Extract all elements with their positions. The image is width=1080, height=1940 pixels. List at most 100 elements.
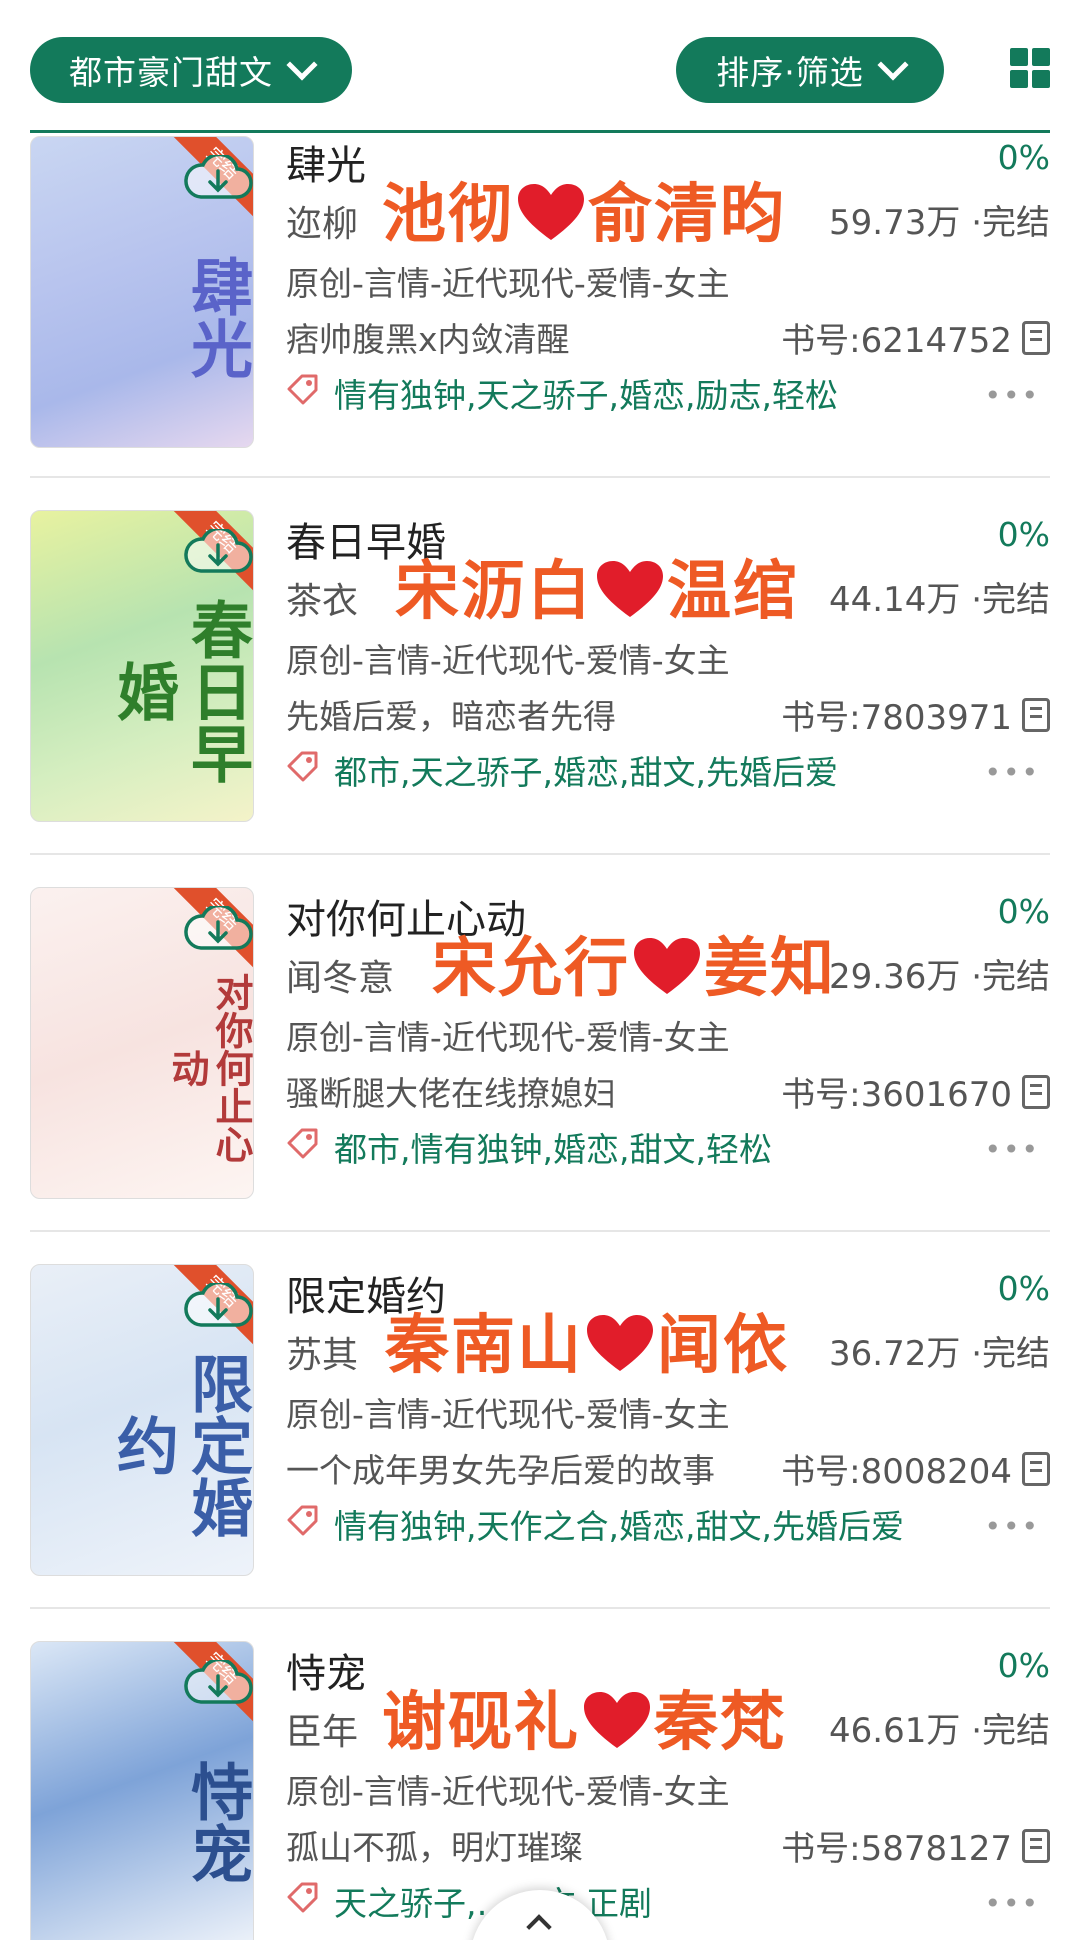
overlay-name-right: 温绾 (667, 555, 799, 629)
word-count-status: 36.72万 ·完结 (829, 1334, 1050, 1374)
book-cover[interactable]: 限定婚约 完结 (30, 1264, 254, 1576)
book-author[interactable]: 茶衣 (286, 572, 358, 624)
chevron-up-icon (526, 1914, 552, 1940)
read-progress: 0% (997, 515, 1050, 554)
book-cover[interactable]: 春日早婚 完结 (30, 510, 254, 822)
cloud-download-icon[interactable] (183, 529, 253, 575)
sort-filter-dropdown[interactable]: 排序·筛选 (676, 37, 944, 103)
copy-icon[interactable] (1022, 1451, 1050, 1486)
couple-names-overlay: 宋沥白 温绾 (395, 540, 799, 632)
more-options-icon[interactable]: ••• (984, 1887, 1040, 1920)
book-intro: 一个成年男女先孕后爱的故事 (286, 1451, 715, 1490)
word-count-status: 29.36万 ·完结 (829, 957, 1050, 997)
tag-icon (287, 1128, 318, 1159)
overlay-name-right: 闻依 (657, 1309, 789, 1383)
heart-icon (587, 1315, 653, 1371)
grid-view-icon[interactable] (1010, 48, 1050, 88)
book-number[interactable]: 书号:8008204 (781, 1444, 1050, 1493)
book-number-text: 书号:3601670 (781, 1075, 1012, 1115)
book-number[interactable]: 书号:7803971 (781, 690, 1050, 739)
cover-title-text: 恃宠 (180, 1760, 253, 1884)
book-number[interactable]: 书号:6214752 (781, 313, 1050, 362)
book-cover[interactable]: 对你何止心动 完结 (30, 887, 254, 1199)
copy-icon[interactable] (1022, 697, 1050, 732)
overlay-name-left: 宋沥白 (395, 555, 593, 629)
book-tags[interactable]: 情有独钟,天之骄子,婚恋,励志,轻松 (334, 369, 838, 417)
book-number-text: 书号:6214752 (781, 321, 1012, 361)
book-author[interactable]: 迩柳 (286, 195, 358, 247)
tag-icon (287, 374, 318, 405)
book-list-item[interactable]: 限定婚约 完结 限定婚约 苏其 秦南山闻依 0% 36.72万 ·完结 原创-言… (0, 1232, 1080, 1609)
chevron-down-icon (877, 49, 909, 81)
overlay-name-right: 秦梵 (654, 1686, 786, 1760)
book-category-path: 原创-言情-近代现代-爱情-女主 (286, 641, 730, 680)
book-tags[interactable]: 都市,情有独钟,婚恋,甜文,轻松 (334, 1123, 772, 1171)
cover-title-text: 对你何止心动 (165, 973, 254, 1163)
book-list-item[interactable]: 春日早婚 完结 春日早婚 茶衣 宋沥白温绾 0% 44.14万 ·完结 原创-言… (0, 478, 1080, 855)
book-cover[interactable]: 恃宠 完结 (30, 1641, 254, 1940)
couple-names-overlay: 谢砚礼 秦梵 (382, 1671, 786, 1763)
overlay-name-right: 姜知 (704, 932, 836, 1006)
cloud-download-icon[interactable] (183, 906, 253, 952)
read-progress: 0% (997, 1646, 1050, 1685)
word-count-status: 59.73万 ·完结 (829, 203, 1050, 243)
book-author[interactable]: 臣年 (286, 1703, 358, 1755)
book-intro: 骚断腿大佬在线撩媳妇 (286, 1074, 616, 1113)
couple-names-overlay: 秦南山 闻依 (385, 1294, 789, 1386)
more-options-icon[interactable]: ••• (984, 756, 1040, 789)
book-cover[interactable]: 肆光 完结 (30, 136, 254, 448)
overlay-name-left: 池彻 (382, 178, 514, 252)
cloud-download-icon[interactable] (183, 1283, 253, 1329)
overlay-name-left: 谢砚礼 (382, 1686, 580, 1760)
word-count-status: 44.14万 ·完结 (829, 580, 1050, 620)
more-options-icon[interactable]: ••• (984, 1133, 1040, 1166)
book-number[interactable]: 书号:3601670 (781, 1067, 1050, 1116)
book-number[interactable]: 书号:5878127 (781, 1821, 1050, 1870)
book-title[interactable]: 肆光 (286, 133, 366, 191)
book-intro: 孤山不孤，明灯璀璨 (286, 1828, 583, 1867)
book-tags[interactable]: 情有独钟,天作之合,婚恋,甜文,先婚后爱 (334, 1500, 904, 1548)
top-bar: 都市豪门甜文 排序·筛选 (0, 0, 1080, 132)
overlay-name-right: 俞清昀 (588, 178, 786, 252)
more-options-icon[interactable]: ••• (984, 379, 1040, 412)
heart-icon (597, 561, 663, 617)
heart-icon (518, 184, 584, 240)
category-dropdown[interactable]: 都市豪门甜文 (30, 37, 352, 103)
book-list: 肆光 完结 肆光 迩柳 池彻俞清昀 0% 59.73万 ·完结 原创-言情-近代… (0, 133, 1080, 1940)
book-intro: 痞帅腹黑x内敛清醒 (286, 320, 570, 359)
cloud-download-icon[interactable] (183, 1660, 253, 1706)
couple-names-overlay: 池彻 俞清昀 (382, 163, 786, 255)
tag-icon (287, 1882, 318, 1913)
more-options-icon[interactable]: ••• (984, 1510, 1040, 1543)
copy-icon[interactable] (1022, 1828, 1050, 1863)
read-progress: 0% (997, 138, 1050, 177)
cover-title-text: 肆光 (180, 255, 253, 379)
book-number-text: 书号:7803971 (781, 698, 1012, 738)
book-author[interactable]: 闻冬意 (286, 949, 394, 1001)
heart-icon (584, 1692, 650, 1748)
tag-icon (287, 1505, 318, 1536)
book-category-path: 原创-言情-近代现代-爱情-女主 (286, 1772, 730, 1811)
cloud-download-icon[interactable] (183, 155, 253, 201)
couple-names-overlay: 宋允行 姜知 (432, 917, 836, 1009)
word-count-status: 46.61万 ·完结 (829, 1711, 1050, 1751)
book-tags[interactable]: 都市,天之骄子,婚恋,甜文,先婚后爱 (334, 746, 838, 794)
book-author[interactable]: 苏其 (286, 1326, 358, 1378)
copy-icon[interactable] (1022, 1074, 1050, 1109)
book-list-item[interactable]: 肆光 完结 肆光 迩柳 池彻俞清昀 0% 59.73万 ·完结 原创-言情-近代… (0, 133, 1080, 478)
overlay-name-left: 秦南山 (385, 1309, 583, 1383)
book-title[interactable]: 恃宠 (286, 1641, 366, 1699)
book-list-item[interactable]: 对你何止心动 完结 对你何止心动 闻冬意 宋允行姜知 0% 29.36万 ·完结… (0, 855, 1080, 1232)
book-category-path: 原创-言情-近代现代-爱情-女主 (286, 264, 730, 303)
book-category-path: 原创-言情-近代现代-爱情-女主 (286, 1018, 730, 1057)
overlay-name-left: 宋允行 (432, 932, 630, 1006)
copy-icon[interactable] (1022, 320, 1050, 355)
book-intro: 先婚后爱，暗恋者先得 (286, 697, 616, 736)
book-number-text: 书号:8008204 (781, 1452, 1012, 1492)
read-progress: 0% (997, 1269, 1050, 1308)
book-number-text: 书号:5878127 (781, 1829, 1012, 1869)
cover-title-text: 春日早婚 (106, 598, 253, 784)
book-category-path: 原创-言情-近代现代-爱情-女主 (286, 1395, 730, 1434)
category-label: 都市豪门甜文 (69, 53, 273, 92)
chevron-down-icon (286, 49, 318, 81)
